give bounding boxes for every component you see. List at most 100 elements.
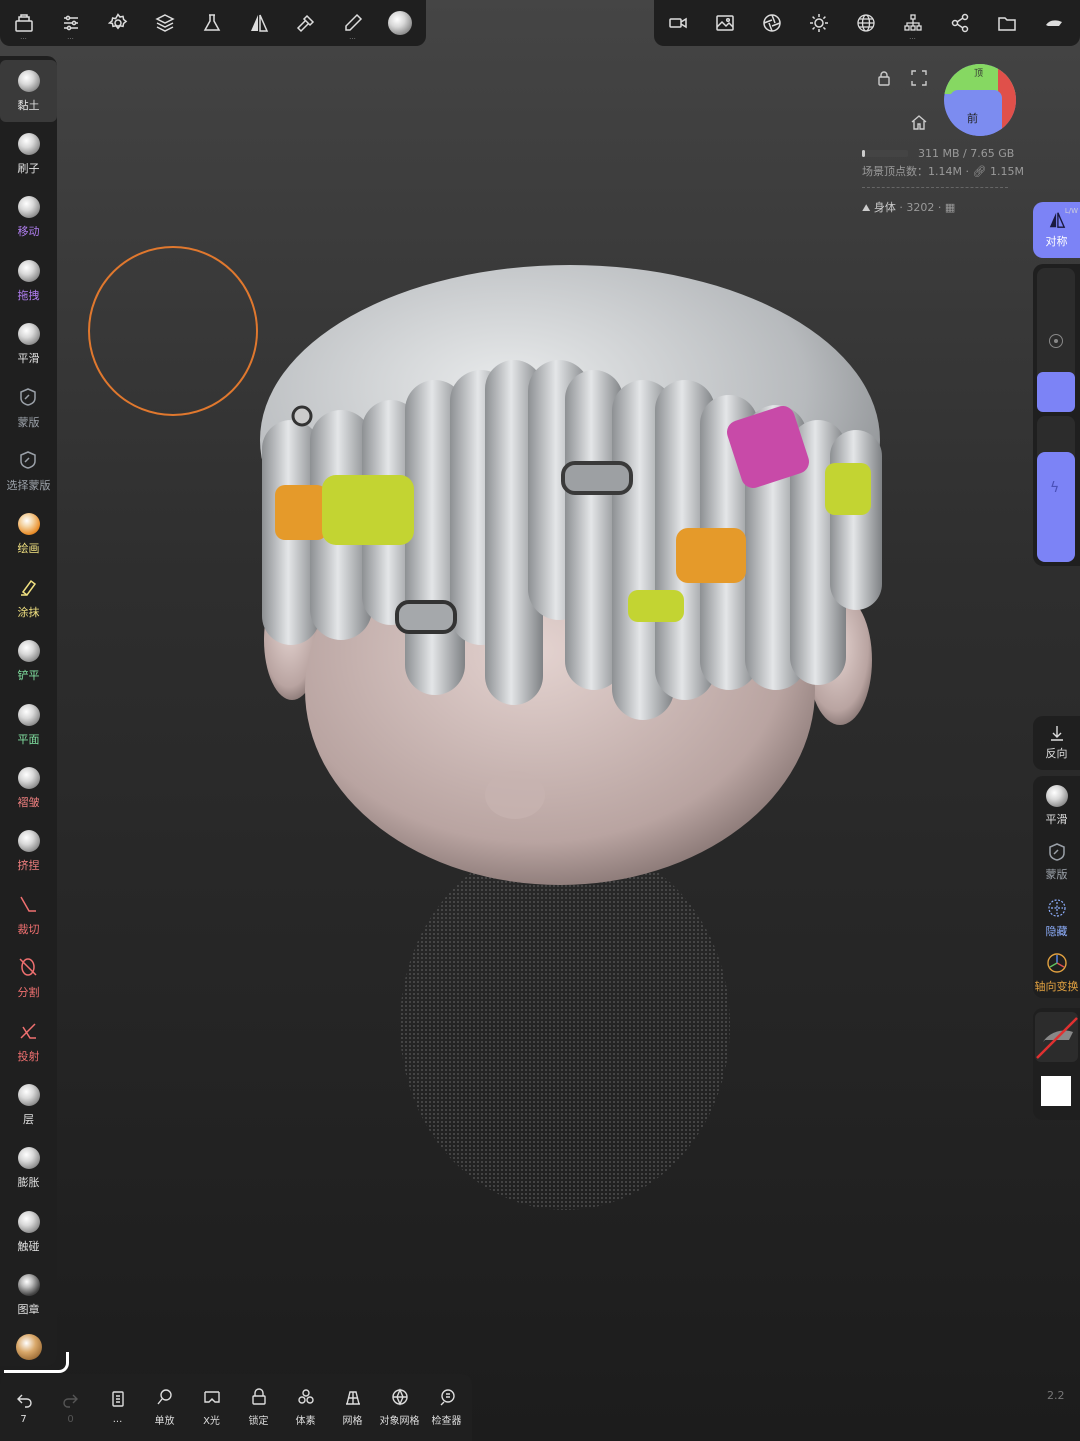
lock-icon bbox=[251, 1388, 266, 1405]
solo-button[interactable]: 单放 bbox=[141, 1374, 188, 1441]
cube-face-top: 顶 bbox=[974, 69, 984, 79]
active-mesh-info[interactable]: ⛰ 身体 · 3202 · ▦ bbox=[862, 199, 955, 215]
tool-13[interactable]: 裁切 bbox=[0, 884, 57, 946]
camera-icon[interactable] bbox=[654, 0, 701, 46]
top-toolbar-left: ... ... ... bbox=[0, 0, 426, 46]
tool-label: 挤捏 bbox=[17, 859, 40, 873]
brush-sphere-icon bbox=[17, 1210, 40, 1233]
symmetry-icon[interactable] bbox=[235, 0, 282, 46]
tool-12[interactable]: 挤捏 bbox=[0, 821, 57, 883]
brush-sphere-icon bbox=[17, 196, 40, 219]
tool-7[interactable]: 绘画 bbox=[0, 504, 57, 566]
tool-label: 选择蒙版 bbox=[6, 478, 51, 492]
quick-axis-transform-button[interactable]: 轴向变换 bbox=[1033, 948, 1080, 998]
tool-15[interactable]: 投射 bbox=[0, 1011, 57, 1073]
image-icon[interactable] bbox=[701, 0, 748, 46]
voxel-icon bbox=[297, 1389, 314, 1404]
tool-label: 移动 bbox=[17, 225, 40, 239]
undo-icon bbox=[16, 1394, 32, 1408]
bottom-toolbar-label: 0 bbox=[67, 1414, 74, 1425]
quick-mask-button[interactable]: 蒙版 bbox=[1033, 836, 1080, 888]
flask-icon[interactable] bbox=[188, 0, 235, 46]
cut-icon bbox=[18, 894, 40, 916]
orientation-cube[interactable]: 顶 前 bbox=[944, 64, 1016, 136]
memory-text: 311 MB / 7.65 GB bbox=[918, 147, 1015, 160]
tool-11[interactable]: 褶皱 bbox=[0, 757, 57, 819]
tool-label: 平滑 bbox=[17, 352, 40, 366]
tool-10[interactable]: 平面 bbox=[0, 694, 57, 756]
fullscreen-icon[interactable] bbox=[911, 70, 927, 90]
speed-icon[interactable] bbox=[1030, 0, 1077, 46]
redo-button[interactable]: 0 bbox=[47, 1374, 94, 1441]
alpha-swatch[interactable] bbox=[1041, 1076, 1071, 1106]
tool-4[interactable]: 平滑 bbox=[0, 314, 57, 376]
voxel-button[interactable]: 体素 bbox=[282, 1374, 329, 1441]
quick-tools-panel: 平滑 蒙版 隐藏 轴向变换 bbox=[1033, 776, 1080, 998]
xray-icon bbox=[203, 1391, 220, 1403]
brush-sphere-icon bbox=[17, 1083, 40, 1106]
sun-icon[interactable] bbox=[795, 0, 842, 46]
tool-18[interactable]: 触碰 bbox=[0, 1201, 57, 1263]
tool-2[interactable]: 移动 bbox=[0, 187, 57, 249]
lock-view-icon[interactable] bbox=[876, 70, 892, 90]
tool-6[interactable]: 选择蒙版 bbox=[0, 440, 57, 502]
tool-label: 涂抹 bbox=[17, 605, 40, 619]
symmetry-button[interactable]: 对称 L/W bbox=[1033, 202, 1080, 258]
tool-3[interactable]: 拖拽 bbox=[0, 250, 57, 312]
cube-face-front: 前 bbox=[967, 112, 978, 125]
quick-smooth-button[interactable]: 平滑 bbox=[1033, 780, 1080, 832]
home-view-icon[interactable] bbox=[910, 113, 928, 135]
bottom-toolbar: 7 0... 单放 X光 锁定 体素 网格 对象网格 检查器 bbox=[0, 1374, 472, 1441]
tool-8[interactable]: 涂抹 bbox=[0, 567, 57, 629]
tool-17[interactable]: 膨胀 bbox=[0, 1138, 57, 1200]
solo-icon bbox=[156, 1389, 172, 1405]
share-icon[interactable] bbox=[936, 0, 983, 46]
sphere-grid-icon[interactable] bbox=[842, 0, 889, 46]
project-icon bbox=[18, 1021, 40, 1043]
tool-label: 平面 bbox=[17, 732, 40, 746]
layers-icon[interactable] bbox=[141, 0, 188, 46]
radius-slider[interactable] bbox=[1037, 268, 1075, 412]
scene-tree-icon[interactable]: ... bbox=[889, 0, 936, 46]
object-mesh-icon bbox=[391, 1388, 408, 1406]
tool-19[interactable]: 图章 bbox=[0, 1265, 57, 1327]
tool-1[interactable]: 刷子 bbox=[0, 123, 57, 185]
undo-button[interactable]: 7 bbox=[0, 1374, 47, 1441]
tool-0[interactable]: 黏土 bbox=[0, 60, 57, 122]
tool-label: 铲平 bbox=[17, 669, 40, 683]
stroke-disabled-icon[interactable] bbox=[1035, 1012, 1078, 1062]
history-button[interactable]: ... bbox=[94, 1374, 141, 1441]
folder-icon[interactable] bbox=[983, 0, 1030, 46]
sliders-icon[interactable]: ... bbox=[47, 0, 94, 46]
tool-9[interactable]: 铲平 bbox=[0, 631, 57, 693]
gallery-icon[interactable]: ... bbox=[0, 0, 47, 46]
smooth-sphere-icon bbox=[1045, 785, 1068, 807]
memory-bar bbox=[862, 150, 908, 157]
tool-label: 拖拽 bbox=[17, 288, 40, 302]
settings-icon[interactable] bbox=[94, 0, 141, 46]
quick-hide-button[interactable]: 隐藏 bbox=[1033, 892, 1080, 944]
tool-label: 图章 bbox=[17, 1303, 40, 1317]
pen-icon[interactable]: ... bbox=[329, 0, 376, 46]
object-mesh-button[interactable]: 对象网格 bbox=[376, 1374, 423, 1441]
checker-icon: ▦ bbox=[944, 201, 956, 214]
paint-sphere-icon bbox=[17, 513, 40, 536]
xray-button[interactable]: X光 bbox=[188, 1374, 235, 1441]
tool-label: 裁切 bbox=[17, 922, 40, 936]
inspector-button[interactable]: 检查器 bbox=[423, 1374, 470, 1441]
redo-icon bbox=[62, 1394, 78, 1408]
brush-sphere-icon bbox=[17, 69, 40, 92]
tool-16[interactable]: 层 bbox=[0, 1074, 57, 1136]
viewport-3d[interactable] bbox=[0, 0, 1080, 1441]
lock-button[interactable]: 锁定 bbox=[235, 1374, 282, 1441]
tool-5[interactable]: 蒙版 bbox=[0, 377, 57, 439]
intensity-slider[interactable]: ϟ bbox=[1037, 416, 1075, 562]
tool-14[interactable]: 分割 bbox=[0, 948, 57, 1010]
wireframe-button[interactable]: 网格 bbox=[329, 1374, 376, 1441]
hammer-icon[interactable] bbox=[282, 0, 329, 46]
aperture-icon[interactable] bbox=[748, 0, 795, 46]
bottom-toolbar-label: 单放 bbox=[154, 1416, 175, 1427]
material-sphere-icon[interactable] bbox=[376, 0, 423, 46]
invert-button[interactable]: 反向 bbox=[1033, 716, 1080, 770]
tool-label: 褶皱 bbox=[17, 795, 40, 809]
